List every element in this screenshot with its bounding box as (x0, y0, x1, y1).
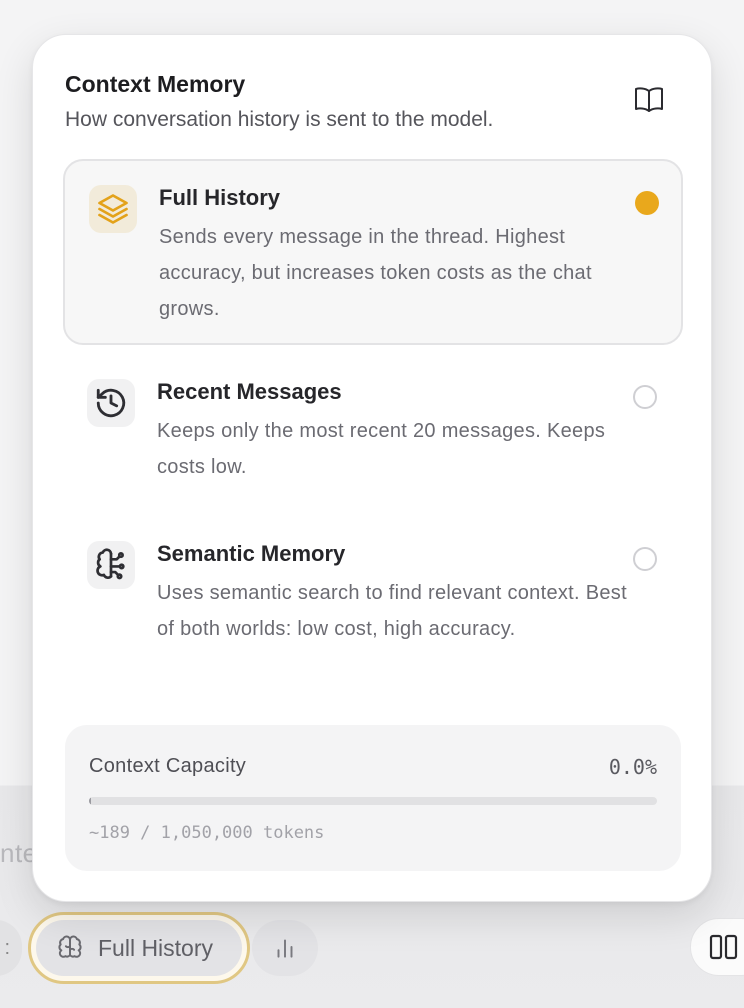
popover-title: Context Memory (65, 71, 246, 97)
capacity-label: Context Capacity (89, 755, 247, 777)
popover-subtitle: How conversation history is sent to the … (65, 108, 494, 131)
option-full-history[interactable]: Full History Sends every message in the … (63, 159, 683, 345)
option-description: Uses semantic search to find relevant co… (157, 582, 627, 640)
option-label: Semantic Memory (157, 541, 346, 566)
composer-toolbar: : Full History (0, 910, 744, 990)
toolbar-left-button[interactable]: : (0, 920, 22, 976)
radio-unselected[interactable] (633, 547, 657, 571)
brain-circuit-icon (87, 541, 135, 589)
toolbar-left-icon: : (4, 936, 10, 959)
layers-icon (89, 185, 137, 233)
bar-chart-icon (277, 939, 293, 958)
columns-icon (709, 934, 738, 960)
option-label: Recent Messages (157, 379, 342, 404)
option-semantic-memory[interactable]: Semantic Memory Uses semantic search to … (63, 519, 683, 699)
book-open-icon[interactable] (633, 85, 665, 113)
option-description: Keeps only the most recent 20 messages. … (157, 420, 606, 478)
history-icon (87, 379, 135, 427)
context-capacity-panel: Context Capacity 0.0% ~189 / 1,050,000 t… (65, 725, 681, 871)
brain-icon (58, 935, 82, 958)
capacity-percent: 0.0% (608, 755, 657, 779)
stats-button[interactable] (252, 920, 318, 976)
context-button-label: Full History (98, 934, 214, 961)
option-description: Sends every message in the thread. Highe… (159, 226, 592, 320)
capacity-token-count: ~189 / 1,050,000 tokens (89, 823, 325, 843)
context-memory-popover: Context Memory How conversation history … (32, 34, 712, 902)
context-memory-button[interactable]: Full History (28, 912, 250, 984)
capacity-progress-fill (89, 797, 92, 805)
radio-selected[interactable] (635, 191, 659, 215)
option-label: Full History (159, 185, 281, 210)
radio-unselected[interactable] (633, 385, 657, 409)
layout-toggle-button[interactable] (690, 918, 744, 976)
capacity-progress-bar (89, 797, 657, 805)
option-recent-messages[interactable]: Recent Messages Keeps only the most rece… (63, 357, 683, 503)
